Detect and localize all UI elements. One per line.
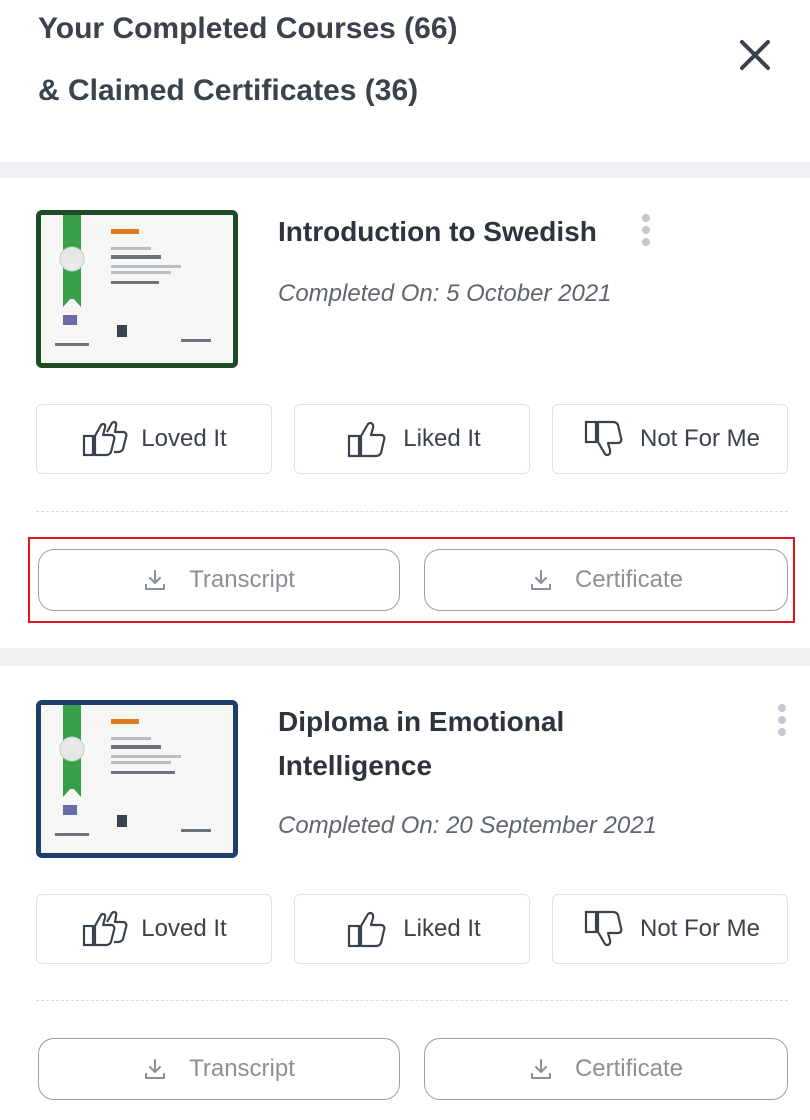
certificate-image xyxy=(41,215,233,363)
thumbs-down-icon xyxy=(584,420,623,457)
certificate-thumbnail[interactable] xyxy=(36,210,238,368)
liked-it-button[interactable]: Liked It xyxy=(294,894,530,964)
thumbs-up-icon xyxy=(348,421,386,458)
not-for-me-button[interactable]: Not For Me xyxy=(552,894,788,964)
course-title-line-2: Intelligence xyxy=(278,750,433,781)
dashed-divider xyxy=(36,511,788,512)
highlight-box xyxy=(28,537,795,623)
double-thumbs-up-icon xyxy=(83,910,128,947)
loved-it-button[interactable]: Loved It xyxy=(36,404,272,474)
thumbs-down-icon xyxy=(584,910,623,947)
completed-date: Completed On: 5 October 2021 xyxy=(278,280,612,307)
close-icon xyxy=(740,40,770,70)
page-title-line-1: Your Completed Courses (66) xyxy=(38,12,458,45)
download-icon xyxy=(145,1059,166,1079)
dashed-divider xyxy=(36,1000,788,1001)
download-icon xyxy=(530,1059,551,1079)
loved-it-button[interactable]: Loved It xyxy=(36,894,272,964)
liked-it-button[interactable]: Liked It xyxy=(294,404,530,474)
transcript-button[interactable]: Transcript xyxy=(38,1038,400,1100)
course-card: Diploma in Emotional Intelligence Comple… xyxy=(0,666,810,1120)
more-vertical-icon xyxy=(636,214,656,246)
certificate-button[interactable]: Certificate xyxy=(424,1038,788,1100)
more-options-button[interactable] xyxy=(636,210,656,254)
loved-it-label: Loved It xyxy=(141,915,227,942)
double-thumbs-up-icon xyxy=(83,420,128,457)
course-title-line-1: Diploma in Emotional xyxy=(278,706,565,737)
not-for-me-label: Not For Me xyxy=(639,425,761,452)
completed-date: Completed On: 20 September 2021 xyxy=(278,812,657,839)
section-divider xyxy=(0,162,810,178)
certificate-thumbnail[interactable] xyxy=(36,700,238,858)
modal-header: Your Completed Courses (66) & Claimed Ce… xyxy=(0,0,810,162)
certificate-image xyxy=(41,705,233,853)
not-for-me-button[interactable]: Not For Me xyxy=(552,404,788,474)
liked-it-label: Liked It xyxy=(403,915,481,942)
loved-it-label: Loved It xyxy=(141,425,227,452)
more-options-button[interactable] xyxy=(772,700,792,744)
more-vertical-icon xyxy=(772,704,792,736)
not-for-me-label: Not For Me xyxy=(639,915,761,942)
close-button[interactable] xyxy=(732,32,778,78)
liked-it-label: Liked It xyxy=(403,425,481,452)
page-title-line-2: & Claimed Certificates (36) xyxy=(38,74,419,107)
course-title: Introduction to Swedish xyxy=(278,216,597,247)
transcript-label: Transcript xyxy=(189,1055,295,1082)
section-divider xyxy=(0,648,810,666)
thumbs-up-icon xyxy=(348,911,386,948)
certificate-label: Certificate xyxy=(574,1055,684,1082)
